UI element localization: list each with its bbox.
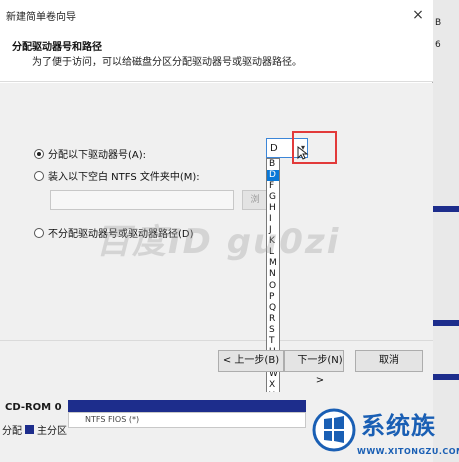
back-button[interactable]: < 上一步(B) <box>218 350 284 372</box>
watermark: 百度ID gu0zi <box>96 222 341 262</box>
close-icon[interactable]: × <box>409 6 427 24</box>
strip-fragment: 6 <box>435 40 441 50</box>
window-title: 新建简单卷向导 <box>6 12 76 23</box>
radio-mount-folder[interactable] <box>34 170 44 181</box>
drive-letter-option[interactable]: S <box>267 325 279 336</box>
cdrom-label: CD-ROM 0 <box>5 402 62 413</box>
disk-partition[interactable]: NTFS FIOS (*) <box>68 412 306 428</box>
drive-letter-option[interactable]: T <box>267 336 279 347</box>
drive-letter-value: D <box>270 143 278 154</box>
drive-letter-option[interactable]: R <box>267 314 279 325</box>
option-mount-folder[interactable]: 装入以下空白 NTFS 文件夹中(M): <box>34 168 200 183</box>
legend-prefix: 分配 <box>2 426 22 437</box>
legend-primary-label: 主分区 <box>37 426 67 437</box>
drive-letter-option[interactable]: P <box>267 292 279 303</box>
wizard-body <box>0 83 433 340</box>
disk-volume-bar <box>68 400 306 412</box>
page-title: 分配驱动器号和路径 <box>12 42 102 53</box>
cancel-button[interactable]: 取消 <box>355 350 423 372</box>
drive-letter-option[interactable]: D <box>267 170 279 182</box>
brand-url: WWW.XITONGZU.COM <box>357 447 459 456</box>
legend-swatch-icon <box>25 425 34 434</box>
folder-path-input[interactable] <box>50 190 234 210</box>
highlight-box <box>292 131 337 164</box>
strip-fragment: B <box>435 18 442 28</box>
drive-letter-option[interactable]: O <box>267 281 279 292</box>
brand-name: 系统族 <box>361 412 436 440</box>
drive-letter-option[interactable]: X <box>267 380 279 391</box>
strip-bar <box>433 374 459 380</box>
option-assign-letter[interactable]: 分配以下驱动器号(A): <box>34 146 146 161</box>
wizard-header: 分配驱动器号和路径 为了便于访问，可以给磁盘分区分配驱动器号或驱动器路径。 <box>0 30 433 82</box>
page-subtitle: 为了便于访问，可以给磁盘分区分配驱动器号或驱动器路径。 <box>32 57 302 68</box>
drive-letter-option[interactable]: N <box>267 269 279 280</box>
browse-button[interactable]: 浏 <box>242 190 268 210</box>
strip-bar <box>433 206 459 212</box>
drive-letter-option[interactable]: B <box>267 159 279 170</box>
drive-letter-option[interactable]: G <box>267 192 279 203</box>
radio-no-assign[interactable] <box>34 227 44 238</box>
radio-assign-letter[interactable] <box>34 148 44 159</box>
option-assign-letter-label: 分配以下驱动器号(A): <box>48 150 147 161</box>
title-bar: 新建简单卷向导 × <box>0 0 433 30</box>
option-mount-folder-label: 装入以下空白 NTFS 文件夹中(M): <box>48 172 200 183</box>
drive-letter-option[interactable]: F <box>267 181 279 192</box>
drive-letter-option[interactable]: Q <box>267 303 279 314</box>
disk-legend: 分配 主分区 <box>2 422 67 437</box>
strip-bar <box>433 320 459 326</box>
next-button[interactable]: 下一步(N) > <box>284 350 344 386</box>
drive-letter-option[interactable]: H <box>267 203 279 214</box>
background-window-strip: B 6 <box>432 0 459 462</box>
